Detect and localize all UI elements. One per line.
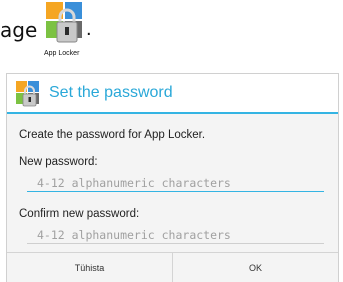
background-content: age . App Locker (0, 0, 343, 66)
dialog-title: Set the password (49, 84, 173, 101)
ok-button[interactable]: OK (173, 253, 338, 282)
app-locker-icon (16, 81, 39, 107)
confirm-password-label: Confirm new password: (19, 208, 140, 220)
new-password-label: New password: (19, 156, 98, 168)
dialog-header: Set the password (7, 74, 338, 113)
cancel-button[interactable]: Tühista (7, 253, 173, 282)
dialog-description: Create the password for App Locker. (19, 129, 206, 141)
fragment-text: age (0, 18, 38, 42)
new-password-input[interactable] (27, 174, 324, 192)
app-locker-icon (46, 2, 82, 43)
icon-caption: App Locker (44, 50, 80, 57)
fragment-period: . (86, 18, 92, 40)
confirm-password-input[interactable] (27, 226, 324, 244)
dialog-button-bar: Tühista OK (7, 252, 338, 282)
set-password-dialog: Set the password Create the password for… (6, 73, 339, 282)
header-divider (7, 112, 338, 114)
